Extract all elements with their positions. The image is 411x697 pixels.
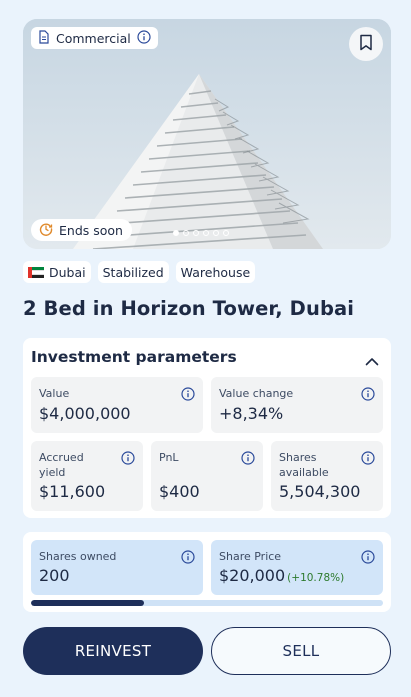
- carousel-dot[interactable]: [183, 230, 189, 236]
- carousel-dots[interactable]: [173, 230, 229, 236]
- ends-soon-badge: Ends soon: [31, 219, 132, 241]
- pnl-amount: $400: [159, 482, 200, 501]
- panel-heading: Investment parameters: [31, 348, 237, 366]
- shares-available-label: Shares available: [279, 451, 329, 479]
- shares-available-card: Shares available 5,504,300: [271, 441, 383, 511]
- value-change-label: Value change: [219, 387, 294, 400]
- accrued-yield-card: Accrued yield $11,600: [31, 441, 143, 511]
- tag-status: Stabilized: [97, 261, 169, 283]
- ownership-progress-bar: [31, 600, 383, 606]
- value-label: Value: [39, 387, 70, 400]
- tag-location: Dubai: [23, 261, 91, 283]
- info-icon[interactable]: [361, 386, 375, 405]
- document-icon: [38, 29, 50, 47]
- info-icon[interactable]: [121, 450, 135, 469]
- share-price-value: $20,000 (+10.78%): [219, 566, 344, 585]
- info-icon[interactable]: [241, 450, 255, 469]
- investment-parameters-panel: Investment parameters Value $4,000,000 V…: [23, 338, 391, 518]
- shares-owned-card: Shares owned 200: [31, 540, 203, 595]
- carousel-dot[interactable]: [223, 230, 229, 236]
- share-price-label: Share Price: [219, 550, 282, 563]
- sell-button[interactable]: SELL: [211, 627, 391, 675]
- share-price-card: Share Price $20,000 (+10.78%): [211, 540, 383, 595]
- carousel-dot[interactable]: [173, 230, 179, 236]
- value-card: Value $4,000,000: [31, 377, 203, 433]
- value-amount: $4,000,000: [39, 404, 131, 423]
- pnl-label: PnL: [159, 451, 179, 464]
- pnl-card: PnL $400: [151, 441, 263, 511]
- carousel-dot[interactable]: [193, 230, 199, 236]
- accrued-yield-label: Accrued yield: [39, 451, 84, 479]
- tag-type-label: Warehouse: [180, 264, 251, 280]
- chevron-up-icon[interactable]: [365, 351, 379, 370]
- category-label: Commercial: [56, 30, 131, 46]
- carousel-dot[interactable]: [203, 230, 209, 236]
- carousel-dot[interactable]: [213, 230, 219, 236]
- tag-type: Warehouse: [175, 261, 256, 283]
- accrued-yield-amount: $11,600: [39, 482, 106, 501]
- share-price-change: (+10.78%): [287, 572, 345, 584]
- ends-soon-label: Ends soon: [59, 222, 123, 238]
- property-title: 2 Bed in Horizon Tower, Dubai: [23, 297, 355, 320]
- shares-available-amount: 5,504,300: [279, 482, 361, 501]
- property-tags: Dubai Stabilized Warehouse: [23, 261, 256, 283]
- bookmark-icon: [359, 34, 373, 55]
- info-icon[interactable]: [361, 450, 375, 469]
- info-icon[interactable]: [181, 386, 195, 405]
- tag-status-label: Stabilized: [102, 264, 164, 280]
- shares-owned-label: Shares owned: [39, 550, 117, 563]
- reinvest-button[interactable]: REINVEST: [23, 627, 203, 675]
- share-price-amount: $20,000: [219, 566, 286, 585]
- shares-owned-amount: 200: [39, 566, 70, 585]
- info-icon[interactable]: [137, 29, 151, 47]
- building-photo: [23, 19, 391, 249]
- bookmark-button[interactable]: [349, 27, 383, 61]
- uae-flag-icon: [28, 266, 44, 278]
- value-change-amount: +8,34%: [219, 404, 284, 423]
- info-icon[interactable]: [181, 549, 195, 568]
- timer-icon: [39, 222, 53, 239]
- value-change-card: Value change +8,34%: [211, 377, 383, 433]
- category-badge[interactable]: Commercial: [31, 27, 158, 49]
- info-icon[interactable]: [361, 549, 375, 568]
- progress-fill: [31, 600, 144, 606]
- holdings-panel: Shares owned 200 Share Price $20,000 (+10…: [23, 532, 391, 612]
- tag-location-label: Dubai: [49, 264, 86, 280]
- property-image[interactable]: Commercial Ends soon: [23, 19, 391, 249]
